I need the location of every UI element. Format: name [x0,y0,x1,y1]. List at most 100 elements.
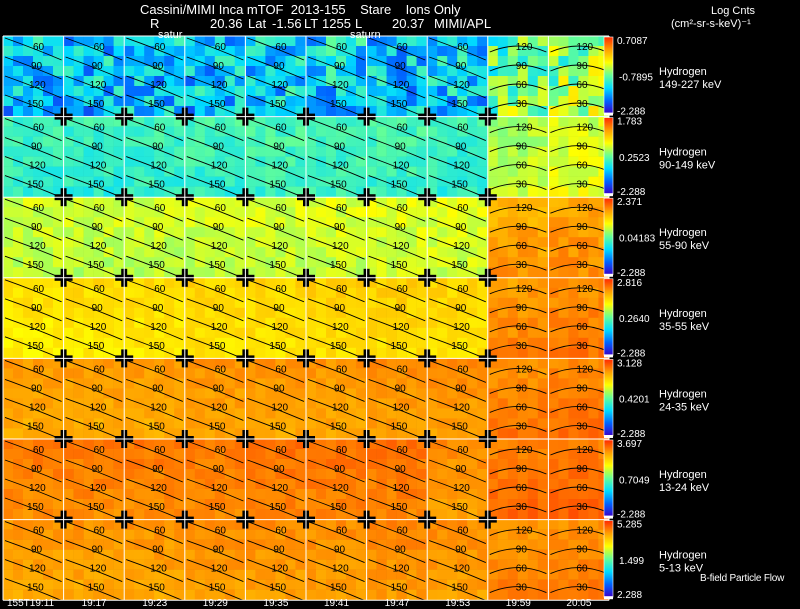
contour-label: 150 [148,341,165,352]
contour-label: 90 [92,383,104,394]
contour-label: 120 [393,564,410,575]
contour-label: 60 [215,123,227,134]
contour-label: 90 [273,383,285,394]
contour-label: 90 [334,545,346,556]
contour-label: 150 [330,260,347,271]
contour-label: 60 [516,564,528,575]
contour-label: 120 [332,322,349,333]
contour-label: 60 [33,445,45,456]
contour-label: 120 [453,564,470,575]
contour-label: 30 [576,341,588,352]
contour-label: 150 [209,421,226,432]
contour-label: 60 [275,203,287,214]
contour-label: 60 [94,364,106,375]
contour-label: 120 [393,483,410,494]
contour-label: 90 [92,545,104,556]
contour-label: 60 [516,483,528,494]
contour-label: 150 [209,260,226,271]
lt-label: LT [304,16,319,31]
contour-label: 90 [576,545,588,556]
contour-label: 60 [397,526,409,537]
contour-label: 60 [275,526,287,537]
energy-label: 149-227 keV [659,79,722,91]
contour-label: 90 [152,383,164,394]
contour-label: 60 [336,123,348,134]
contour-label: 60 [215,203,227,214]
colorbar-min-label: 2.288 [617,590,642,601]
contour-label: 120 [393,241,410,252]
contour-label: 120 [211,80,228,91]
contour-label: 150 [27,341,44,352]
contour-label: 90 [455,545,467,556]
contour-label: 120 [332,483,349,494]
contour-label: 60 [457,284,469,295]
r-value: 20.36 [210,16,243,31]
contour-label: 90 [455,222,467,233]
contour-label: 60 [576,402,588,413]
x-tick-label: 19:47 [385,598,410,609]
contour-label: 150 [148,99,165,110]
contour-label: 150 [88,502,105,513]
contour-label: 120 [453,322,470,333]
contour-label: 30 [576,180,588,191]
colorbar-mid-label: 0.4201 [619,395,650,406]
colorbar-max-label: 1.783 [617,117,642,128]
colorbar-row2 [603,197,614,277]
x-tick-label: 155T19:11 [7,598,55,609]
contour-label: 120 [453,483,470,494]
contour-label: 150 [391,583,408,594]
contour-label: 90 [273,303,285,314]
legend-footer: B-field Particle Flow [700,573,785,584]
colorbar-row0 [603,36,614,116]
contour-label: 90 [213,303,225,314]
contour-label: 90 [395,464,407,475]
contour-label: 90 [31,303,43,314]
contour-label: 150 [330,180,347,191]
contour-label: 120 [90,80,107,91]
contour-label: 60 [516,241,528,252]
contour-label: 150 [88,341,105,352]
contour-label: 60 [33,42,45,53]
contour-label: 150 [88,260,105,271]
contour-label: 60 [154,364,166,375]
contour-label: 30 [576,502,588,513]
contour-label: 90 [455,61,467,72]
contour-label: 60 [154,203,166,214]
contour-label: 90 [516,464,528,475]
contour-label: 150 [451,99,468,110]
contour-label: 150 [391,421,408,432]
contour-label: 150 [451,583,468,594]
contour-label: 90 [273,142,285,153]
contour-label: 60 [33,123,45,134]
contour-label: 90 [334,61,346,72]
species-label: Hydrogen [659,388,707,400]
contour-label: 60 [457,203,469,214]
x-tick-label: 19:29 [203,598,228,609]
lt-value: 1255 [322,16,351,31]
contour-label: 120 [516,203,533,214]
x-tick-label: 19:23 [142,598,167,609]
contour-label: 150 [451,260,468,271]
lat-value: -1.56 [272,16,302,31]
contour-label: 120 [576,284,593,295]
contour-label: 90 [152,464,164,475]
contour-label: 90 [334,303,346,314]
contour-label: 60 [576,322,588,333]
contour-label: 60 [33,526,45,537]
chart-title: Cassini/MIMI Inca mTOF 2013-155 Stare Io… [140,2,461,17]
contour-label: 60 [94,445,106,456]
contour-label: 60 [215,526,227,537]
contour-label: 120 [576,123,593,134]
contour-label: 150 [27,502,44,513]
contour-label: 60 [94,123,106,134]
contour-label: 30 [576,260,588,271]
contour-label: 60 [275,445,287,456]
contour-label: 30 [516,502,528,513]
colorbar-units: (cm²-sr-s-keV)⁻¹ [671,18,751,30]
contour-label: 60 [516,80,528,91]
contour-label: 90 [576,303,588,314]
contour-label: 60 [576,483,588,494]
contour-label: 120 [90,161,107,172]
contour-label: 120 [271,402,288,413]
contour-label: 120 [211,402,228,413]
